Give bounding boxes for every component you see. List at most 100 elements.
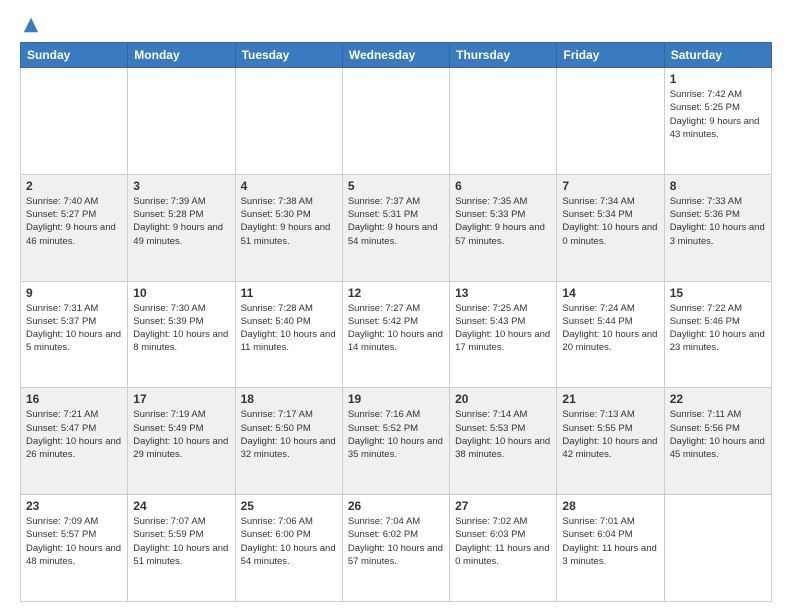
- calendar-cell: 1 Sunrise: 7:42 AM Sunset: 5:25 PM Daylig…: [664, 68, 771, 175]
- cell-info: Sunrise: 7:04 AM Sunset: 6:02 PM Dayligh…: [348, 515, 444, 568]
- cell-info: Sunrise: 7:02 AM Sunset: 6:03 PM Dayligh…: [455, 515, 551, 568]
- calendar-cell: 21 Sunrise: 7:13 AM Sunset: 5:55 PM Dayli…: [557, 388, 664, 495]
- calendar-cell: 26 Sunrise: 7:04 AM Sunset: 6:02 PM Dayli…: [342, 495, 449, 602]
- calendar-cell: 22 Sunrise: 7:11 AM Sunset: 5:56 PM Dayli…: [664, 388, 771, 495]
- calendar-cell: 2 Sunrise: 7:40 AM Sunset: 5:27 PM Daylig…: [21, 174, 128, 281]
- cell-info: Sunrise: 7:21 AM Sunset: 5:47 PM Dayligh…: [26, 408, 122, 461]
- cell-info: Sunrise: 7:11 AM Sunset: 5:56 PM Dayligh…: [670, 408, 766, 461]
- day-header-tuesday: Tuesday: [235, 43, 342, 68]
- day-number: 12: [348, 286, 444, 300]
- day-number: 24: [133, 499, 229, 513]
- calendar-cell: 16 Sunrise: 7:21 AM Sunset: 5:47 PM Dayli…: [21, 388, 128, 495]
- week-row-2: 2 Sunrise: 7:40 AM Sunset: 5:27 PM Daylig…: [21, 174, 772, 281]
- day-number: 17: [133, 392, 229, 406]
- cell-info: Sunrise: 7:28 AM Sunset: 5:40 PM Dayligh…: [241, 302, 337, 355]
- calendar-cell: [21, 68, 128, 175]
- cell-info: Sunrise: 7:13 AM Sunset: 5:55 PM Dayligh…: [562, 408, 658, 461]
- cell-info: Sunrise: 7:14 AM Sunset: 5:53 PM Dayligh…: [455, 408, 551, 461]
- cell-info: Sunrise: 7:01 AM Sunset: 6:04 PM Dayligh…: [562, 515, 658, 568]
- calendar-cell: 11 Sunrise: 7:28 AM Sunset: 5:40 PM Dayli…: [235, 281, 342, 388]
- day-number: 22: [670, 392, 766, 406]
- day-number: 20: [455, 392, 551, 406]
- day-header-friday: Friday: [557, 43, 664, 68]
- day-number: 15: [670, 286, 766, 300]
- calendar-cell: 12 Sunrise: 7:27 AM Sunset: 5:42 PM Dayli…: [342, 281, 449, 388]
- cell-info: Sunrise: 7:16 AM Sunset: 5:52 PM Dayligh…: [348, 408, 444, 461]
- calendar-cell: 9 Sunrise: 7:31 AM Sunset: 5:37 PM Daylig…: [21, 281, 128, 388]
- calendar-cell: 20 Sunrise: 7:14 AM Sunset: 5:53 PM Dayli…: [450, 388, 557, 495]
- calendar-cell: 19 Sunrise: 7:16 AM Sunset: 5:52 PM Dayli…: [342, 388, 449, 495]
- day-number: 2: [26, 179, 122, 193]
- cell-info: Sunrise: 7:33 AM Sunset: 5:36 PM Dayligh…: [670, 195, 766, 248]
- cell-info: Sunrise: 7:40 AM Sunset: 5:27 PM Dayligh…: [26, 195, 122, 248]
- calendar-cell: 13Sunrise: 7:25 AM Sunset: 5:43 PM Dayli…: [450, 281, 557, 388]
- day-number: 11: [241, 286, 337, 300]
- day-number: 19: [348, 392, 444, 406]
- calendar-cell: 3 Sunrise: 7:39 AM Sunset: 5:28 PM Daylig…: [128, 174, 235, 281]
- calendar-cell: 10 Sunrise: 7:30 AM Sunset: 5:39 PM Dayli…: [128, 281, 235, 388]
- day-number: 1: [670, 72, 766, 86]
- calendar-cell: 17Sunrise: 7:19 AM Sunset: 5:49 PM Dayli…: [128, 388, 235, 495]
- cell-info: Sunrise: 7:42 AM Sunset: 5:25 PM Dayligh…: [670, 88, 766, 141]
- cell-info: Sunrise: 7:07 AM Sunset: 5:59 PM Dayligh…: [133, 515, 229, 568]
- calendar-cell: 7 Sunrise: 7:34 AM Sunset: 5:34 PM Daylig…: [557, 174, 664, 281]
- day-number: 10: [133, 286, 229, 300]
- calendar-cell: 5 Sunrise: 7:37 AM Sunset: 5:31 PM Daylig…: [342, 174, 449, 281]
- cell-info: Sunrise: 7:37 AM Sunset: 5:31 PM Dayligh…: [348, 195, 444, 248]
- calendar-cell: 24 Sunrise: 7:07 AM Sunset: 5:59 PM Dayli…: [128, 495, 235, 602]
- calendar-cell: [235, 68, 342, 175]
- header-row: SundayMondayTuesdayWednesdayThursdayFrid…: [21, 43, 772, 68]
- calendar-cell: 8 Sunrise: 7:33 AM Sunset: 5:36 PM Daylig…: [664, 174, 771, 281]
- day-number: 16: [26, 392, 122, 406]
- calendar-table: SundayMondayTuesdayWednesdayThursdayFrid…: [20, 42, 772, 602]
- cell-info: Sunrise: 7:39 AM Sunset: 5:28 PM Dayligh…: [133, 195, 229, 248]
- calendar-cell: 6 Sunrise: 7:35 AM Sunset: 5:33 PM Daylig…: [450, 174, 557, 281]
- header: [20, 16, 772, 34]
- day-number: 13: [455, 286, 551, 300]
- week-row-5: 23 Sunrise: 7:09 AM Sunset: 5:57 PM Dayli…: [21, 495, 772, 602]
- calendar-cell: 14 Sunrise: 7:24 AM Sunset: 5:44 PM Dayli…: [557, 281, 664, 388]
- logo: [20, 16, 40, 34]
- day-number: 27: [455, 499, 551, 513]
- cell-info: Sunrise: 7:38 AM Sunset: 5:30 PM Dayligh…: [241, 195, 337, 248]
- calendar-cell: 27 Sunrise: 7:02 AM Sunset: 6:03 PM Dayli…: [450, 495, 557, 602]
- day-number: 7: [562, 179, 658, 193]
- cell-info: Sunrise: 7:30 AM Sunset: 5:39 PM Dayligh…: [133, 302, 229, 355]
- cell-info: Sunrise: 7:27 AM Sunset: 5:42 PM Dayligh…: [348, 302, 444, 355]
- calendar-cell: [557, 68, 664, 175]
- calendar-cell: [128, 68, 235, 175]
- day-header-saturday: Saturday: [664, 43, 771, 68]
- day-number: 23: [26, 499, 122, 513]
- day-header-monday: Monday: [128, 43, 235, 68]
- day-header-sunday: Sunday: [21, 43, 128, 68]
- day-number: 6: [455, 179, 551, 193]
- calendar-cell: 15 Sunrise: 7:22 AM Sunset: 5:46 PM Dayli…: [664, 281, 771, 388]
- day-number: 3: [133, 179, 229, 193]
- day-number: 25: [241, 499, 337, 513]
- cell-info: Sunrise: 7:06 AM Sunset: 6:00 PM Dayligh…: [241, 515, 337, 568]
- day-number: 8: [670, 179, 766, 193]
- cell-info: Sunrise: 7:34 AM Sunset: 5:34 PM Dayligh…: [562, 195, 658, 248]
- day-header-thursday: Thursday: [450, 43, 557, 68]
- calendar-cell: [664, 495, 771, 602]
- calendar-cell: 18 Sunrise: 7:17 AM Sunset: 5:50 PM Dayli…: [235, 388, 342, 495]
- cell-info: Sunrise: 7:22 AM Sunset: 5:46 PM Dayligh…: [670, 302, 766, 355]
- cell-info: Sunrise: 7:09 AM Sunset: 5:57 PM Dayligh…: [26, 515, 122, 568]
- page: SundayMondayTuesdayWednesdayThursdayFrid…: [0, 0, 792, 612]
- calendar-cell: 25 Sunrise: 7:06 AM Sunset: 6:00 PM Dayli…: [235, 495, 342, 602]
- day-number: 18: [241, 392, 337, 406]
- calendar-cell: 28 Sunrise: 7:01 AM Sunset: 6:04 PM Dayli…: [557, 495, 664, 602]
- cell-info: Sunrise: 7:35 AM Sunset: 5:33 PM Dayligh…: [455, 195, 551, 248]
- logo-icon: [22, 16, 40, 34]
- day-number: 5: [348, 179, 444, 193]
- cell-info: Sunrise: 7:31 AM Sunset: 5:37 PM Dayligh…: [26, 302, 122, 355]
- day-number: 14: [562, 286, 658, 300]
- day-number: 4: [241, 179, 337, 193]
- day-number: 21: [562, 392, 658, 406]
- day-number: 26: [348, 499, 444, 513]
- cell-info: Sunrise: 7:24 AM Sunset: 5:44 PM Dayligh…: [562, 302, 658, 355]
- week-row-1: 1 Sunrise: 7:42 AM Sunset: 5:25 PM Daylig…: [21, 68, 772, 175]
- day-number: 28: [562, 499, 658, 513]
- cell-info: Sunrise: 7:17 AM Sunset: 5:50 PM Dayligh…: [241, 408, 337, 461]
- day-number: 9: [26, 286, 122, 300]
